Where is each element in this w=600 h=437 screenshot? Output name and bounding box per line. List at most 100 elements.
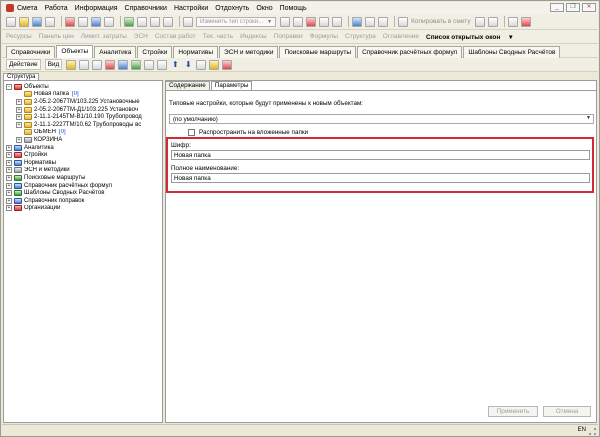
tab-summary-templates[interactable]: Шаблоны Сводных Расчётов [463, 45, 561, 58]
tree-icon[interactable] [157, 59, 168, 70]
tab-contents[interactable]: Содержание [165, 81, 210, 90]
tree-node-summary-templates[interactable]: + Шаблоны Сводных Расчётов [6, 189, 162, 197]
menu-item-estimate[interactable]: Смета [17, 5, 38, 12]
menu-item-info[interactable]: Информация [75, 5, 118, 12]
paste-icon[interactable] [474, 16, 485, 27]
preset-dropdown[interactable]: (по умолчанию) ▼ [169, 114, 594, 124]
tab-directories[interactable]: Справочники [6, 45, 56, 58]
grid-view-icon[interactable] [196, 59, 207, 70]
new-doc-icon[interactable] [6, 16, 16, 27]
delete-icon[interactable] [65, 16, 75, 27]
fullname-field[interactable]: Новая папка [171, 173, 590, 183]
close-doc-icon[interactable] [520, 16, 531, 27]
menu-item-window[interactable]: Окно [256, 5, 272, 12]
list-icon[interactable] [163, 16, 173, 27]
reload-icon[interactable] [131, 59, 142, 70]
search-icon[interactable] [144, 59, 155, 70]
tab-constructions[interactable]: Стройки [137, 45, 173, 58]
panel-indexes[interactable]: Индексы [240, 33, 267, 40]
arrow-down-icon[interactable]: ⬇ [183, 60, 193, 70]
tree-node-search-routes[interactable]: + Поисковые маршруты [6, 174, 162, 182]
menu-item-directories[interactable]: Справочники [125, 5, 167, 12]
tree-node-adjustments[interactable]: + Справочник поправок [6, 197, 162, 205]
propagate-checkbox[interactable] [188, 129, 195, 136]
properties-icon[interactable] [92, 59, 103, 70]
minimize-icon[interactable]: _ [550, 3, 564, 12]
panel-prices[interactable]: Панель цен [39, 33, 74, 40]
calc-icon[interactable] [293, 16, 304, 27]
copy-icon[interactable] [78, 16, 88, 27]
code-field[interactable]: Новая папка [171, 150, 590, 160]
panel-limit-costs[interactable]: Лимит. затраты [81, 33, 127, 40]
open-folder-icon[interactable] [19, 16, 29, 27]
undo-icon[interactable] [104, 16, 114, 27]
filter-icon[interactable] [332, 16, 343, 27]
panel-work-composition[interactable]: Состав работ [155, 33, 196, 40]
copy-object-icon[interactable] [118, 59, 129, 70]
panel-resources[interactable]: Ресурсы [6, 33, 32, 40]
refresh-icon[interactable] [91, 16, 101, 27]
panel-adjustments[interactable]: Поправки [274, 33, 303, 40]
tree-node-organizations[interactable]: + Организации [6, 205, 162, 213]
sum-icon[interactable] [280, 16, 291, 27]
copy-to-estimate-button[interactable]: Копировать в смету [411, 18, 470, 25]
mark-icon[interactable] [365, 16, 376, 27]
table-icon[interactable] [137, 16, 147, 27]
tab-search-routes[interactable]: Поисковые маршруты [279, 45, 357, 58]
tree-node-norms[interactable]: + Нормативы [6, 159, 162, 167]
close-icon[interactable]: ✕ [582, 3, 596, 12]
tree-node-child-1[interactable]: +2-05.2-2067ТМ/103.225 Установочные [6, 98, 162, 106]
menu-item-work[interactable]: Работа [45, 5, 68, 12]
sort-icon[interactable] [319, 16, 330, 27]
remove-icon[interactable] [105, 59, 116, 70]
panel-structure[interactable]: Структура [345, 33, 376, 40]
find-icon[interactable] [352, 16, 363, 27]
tab-objects[interactable]: Объекты [56, 44, 94, 58]
grid-icon[interactable] [150, 16, 160, 27]
new-folder-icon[interactable] [66, 59, 77, 70]
calendar-icon[interactable] [507, 16, 518, 27]
restore-icon[interactable]: ❐ [566, 3, 580, 12]
tree-node-child-4[interactable]: +2-11.1-2227ТМ/10.62 Трубопроводы вс [6, 121, 162, 129]
panel-contents[interactable]: Оглавление [383, 33, 419, 40]
tree-node-esn-methods[interactable]: + ЭСН и методики [6, 167, 162, 175]
save-icon[interactable] [32, 16, 42, 27]
tab-parameters[interactable]: Параметры [210, 81, 253, 90]
menu-item-help[interactable]: Помощь [280, 5, 307, 12]
menu-item-rest[interactable]: Отдохнуть [215, 5, 249, 12]
open-windows-list-button[interactable]: Список открытых окон ▾ [426, 33, 512, 41]
export-icon[interactable] [487, 16, 498, 27]
copy-estimate-icon[interactable] [398, 16, 409, 27]
tree-node-constructions[interactable]: + Стройки [6, 151, 162, 159]
tab-esn-methods[interactable]: ЭСН и методики [219, 45, 279, 58]
menu-item-settings[interactable]: Настройки [174, 5, 208, 12]
action-menu-button[interactable]: Действие [6, 59, 41, 70]
folder-add-icon[interactable] [209, 59, 220, 70]
tree-node-analytics[interactable]: + Аналитика [6, 144, 162, 152]
move-icon[interactable] [378, 16, 389, 27]
tool-icon[interactable] [124, 16, 134, 27]
resize-grip-icon[interactable] [589, 428, 596, 435]
tree-node-formula-directory[interactable]: + Справочник расчётных формул [6, 182, 162, 190]
tree-node-child-2[interactable]: +2-05.2-2067ТМ-Д1/103.225 Установоч [6, 106, 162, 114]
view-menu-button[interactable]: Вид [44, 59, 63, 70]
apply-button[interactable]: Применить [488, 406, 538, 417]
tree-node-objects[interactable]: − Объекты [6, 83, 162, 91]
change-row-type-dropdown[interactable]: Изменить тип строки... ▼ [196, 16, 277, 27]
tree-node-exchange[interactable]: ОБМЕН [0] [6, 129, 162, 137]
panel-formulas[interactable]: Формулы [310, 33, 338, 40]
row-type-icon[interactable] [183, 16, 193, 27]
flag-icon[interactable] [306, 16, 317, 27]
panel-tech-part[interactable]: Тех. часть [203, 33, 234, 40]
tab-analytics[interactable]: Аналитика [94, 45, 137, 58]
print-icon[interactable] [45, 16, 55, 27]
cancel-button[interactable]: Отмена [543, 406, 591, 417]
cross-icon[interactable] [222, 59, 233, 70]
panel-esn[interactable]: ЭСН [134, 33, 148, 40]
tab-formula-directory[interactable]: Справочник расчётных формул [357, 45, 463, 58]
new-object-icon[interactable] [79, 59, 90, 70]
arrow-up-icon[interactable]: ⬆ [170, 60, 180, 70]
tree-node-new-folder[interactable]: Новая папка [0] [6, 91, 162, 99]
tree-node-child-3[interactable]: +2-11.1-2145ТМ-В1/10.190 Трубопровод [6, 113, 162, 121]
tab-norms[interactable]: Нормативы [173, 45, 219, 58]
